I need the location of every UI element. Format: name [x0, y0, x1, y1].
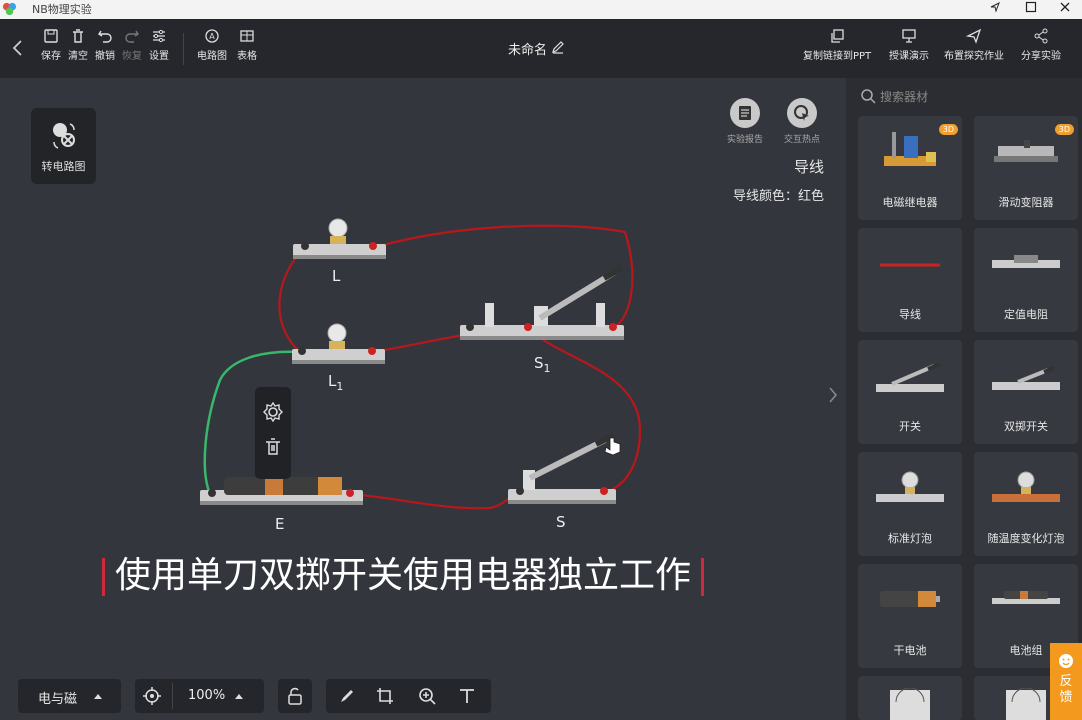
- equipment-battery[interactable]: 干电池: [858, 564, 962, 668]
- brush-icon[interactable]: [338, 687, 356, 705]
- battery-E[interactable]: [200, 477, 363, 505]
- circuit-diagram[interactable]: [0, 0, 846, 720]
- search-icon: [861, 89, 876, 104]
- equipment-rheostat[interactable]: 3D 滑动变阻器: [974, 116, 1078, 220]
- meter-icon: [1006, 688, 1046, 720]
- send-icon: [966, 28, 982, 44]
- share-icon: [1034, 28, 1048, 44]
- equipment-switch[interactable]: 开关: [858, 340, 962, 444]
- drawing-tools: [326, 679, 491, 713]
- gear-icon[interactable]: [262, 401, 284, 423]
- switch-S[interactable]: [508, 432, 616, 504]
- video-subtitle: 使用单刀双掷开关使用电器独立工作: [92, 546, 714, 598]
- text-tool-icon[interactable]: [458, 687, 476, 705]
- element-context-menu: [255, 387, 291, 479]
- resistor-icon: [992, 255, 1060, 268]
- maximize-icon[interactable]: [1014, 0, 1048, 19]
- label-L1: L1: [328, 372, 344, 393]
- unlock-icon: [288, 687, 302, 705]
- equipment-meter[interactable]: [858, 676, 962, 720]
- bulb-L1[interactable]: [292, 323, 385, 364]
- subtitle-bar-left: [102, 558, 105, 596]
- share-button[interactable]: 分享实验: [1021, 28, 1061, 62]
- zoom-controls: 100%: [135, 679, 264, 713]
- temperature-bulb-icon: [992, 471, 1060, 502]
- locate-icon[interactable]: [143, 687, 161, 705]
- label-S1: S1: [534, 354, 551, 375]
- label-E: E: [275, 515, 285, 533]
- chevron-right-icon[interactable]: [828, 386, 838, 408]
- category-dropdown[interactable]: 电与磁: [18, 679, 121, 713]
- battery-pack-icon: [992, 591, 1060, 604]
- label-L: L: [332, 267, 341, 285]
- bulb-icon: [876, 471, 944, 502]
- switch-S1[interactable]: [460, 265, 624, 340]
- trash-icon[interactable]: [263, 437, 283, 457]
- wire-icon: [880, 263, 940, 267]
- equipment-wire[interactable]: 导线: [858, 228, 962, 332]
- search-input[interactable]: 搜索器材: [880, 88, 928, 105]
- caret-up-icon[interactable]: [235, 693, 243, 699]
- feedback-button[interactable]: 反馈: [1050, 643, 1082, 720]
- zoom-level[interactable]: 100%: [188, 688, 225, 703]
- wire-red: [372, 224, 634, 329]
- equipment-search[interactable]: 搜索器材: [856, 84, 1076, 108]
- equipment-bulb[interactable]: 标准灯泡: [858, 452, 962, 556]
- caret-up-icon: [94, 694, 102, 699]
- smile-icon: [1059, 654, 1073, 668]
- presentation-icon: [902, 29, 916, 43]
- rheostat-icon: [994, 140, 1058, 162]
- switch-icon: [876, 362, 944, 392]
- meter-icon: [890, 688, 930, 720]
- zoom-in-icon[interactable]: [418, 687, 436, 705]
- equipment-temp-bulb[interactable]: 随温度变化灯泡: [974, 452, 1078, 556]
- double-throw-switch-icon: [992, 366, 1060, 390]
- equipment-dt-switch[interactable]: 双掷开关: [974, 340, 1078, 444]
- subtitle-bar-right: [701, 558, 705, 596]
- equipment-resistor[interactable]: 定值电阻: [974, 228, 1078, 332]
- crop-icon[interactable]: [376, 687, 394, 705]
- lock-button[interactable]: [278, 679, 312, 713]
- wire-red: [349, 490, 521, 510]
- battery-icon: [880, 591, 940, 607]
- equipment-relay[interactable]: 3D 电磁继电器: [858, 116, 962, 220]
- wire-red: [278, 247, 306, 353]
- bulb-L[interactable]: [293, 218, 386, 259]
- zoom-divider: [172, 683, 173, 709]
- pin-icon[interactable]: [978, 0, 1012, 19]
- relay-icon: [884, 132, 936, 166]
- label-S: S: [556, 513, 566, 531]
- assign-homework-button[interactable]: 布置探究作业: [944, 28, 1004, 62]
- close-icon[interactable]: [1048, 0, 1082, 19]
- teach-demo-button[interactable]: 授课演示: [889, 28, 929, 62]
